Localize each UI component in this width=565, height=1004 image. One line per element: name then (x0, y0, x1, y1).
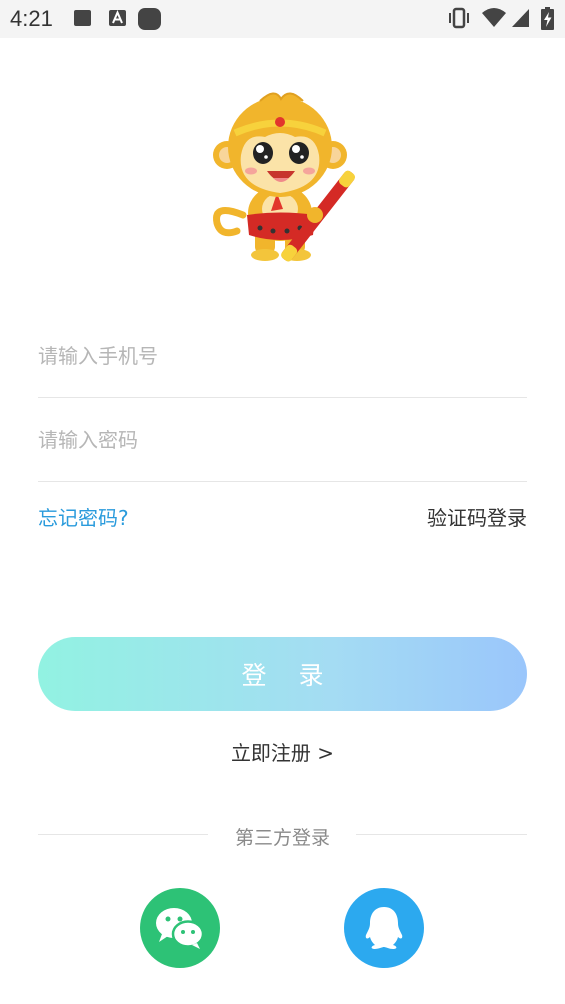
rounded-square-icon (138, 8, 161, 30)
status-time: 4:21 (10, 6, 53, 31)
qq-login-button[interactable] (344, 888, 424, 968)
qq-icon (365, 907, 403, 949)
font-a-icon (109, 9, 126, 26)
wifi-icon (482, 8, 506, 27)
forgot-password-link[interactable]: 忘记密码? (38, 502, 129, 531)
password-input[interactable] (38, 398, 527, 481)
wechat-login-button[interactable] (140, 888, 220, 968)
notification-square-icon (74, 10, 91, 26)
phone-input[interactable] (38, 314, 527, 397)
third-party-login-label: 第三方登录 (234, 827, 330, 849)
phone-field (38, 314, 527, 398)
login-button[interactable]: 登 录 (38, 637, 527, 711)
monkey-king-mascot (213, 92, 356, 262)
vibrate-icon (449, 7, 469, 29)
signal-icon (512, 9, 529, 27)
wechat-icon (156, 908, 205, 949)
register-link[interactable]: 立即注册 > (0, 737, 565, 766)
password-field (38, 398, 527, 482)
battery-charging-icon (541, 7, 554, 30)
status-bar: 4:21 (0, 0, 565, 38)
verification-code-login-link[interactable]: 验证码登录 (427, 502, 527, 531)
